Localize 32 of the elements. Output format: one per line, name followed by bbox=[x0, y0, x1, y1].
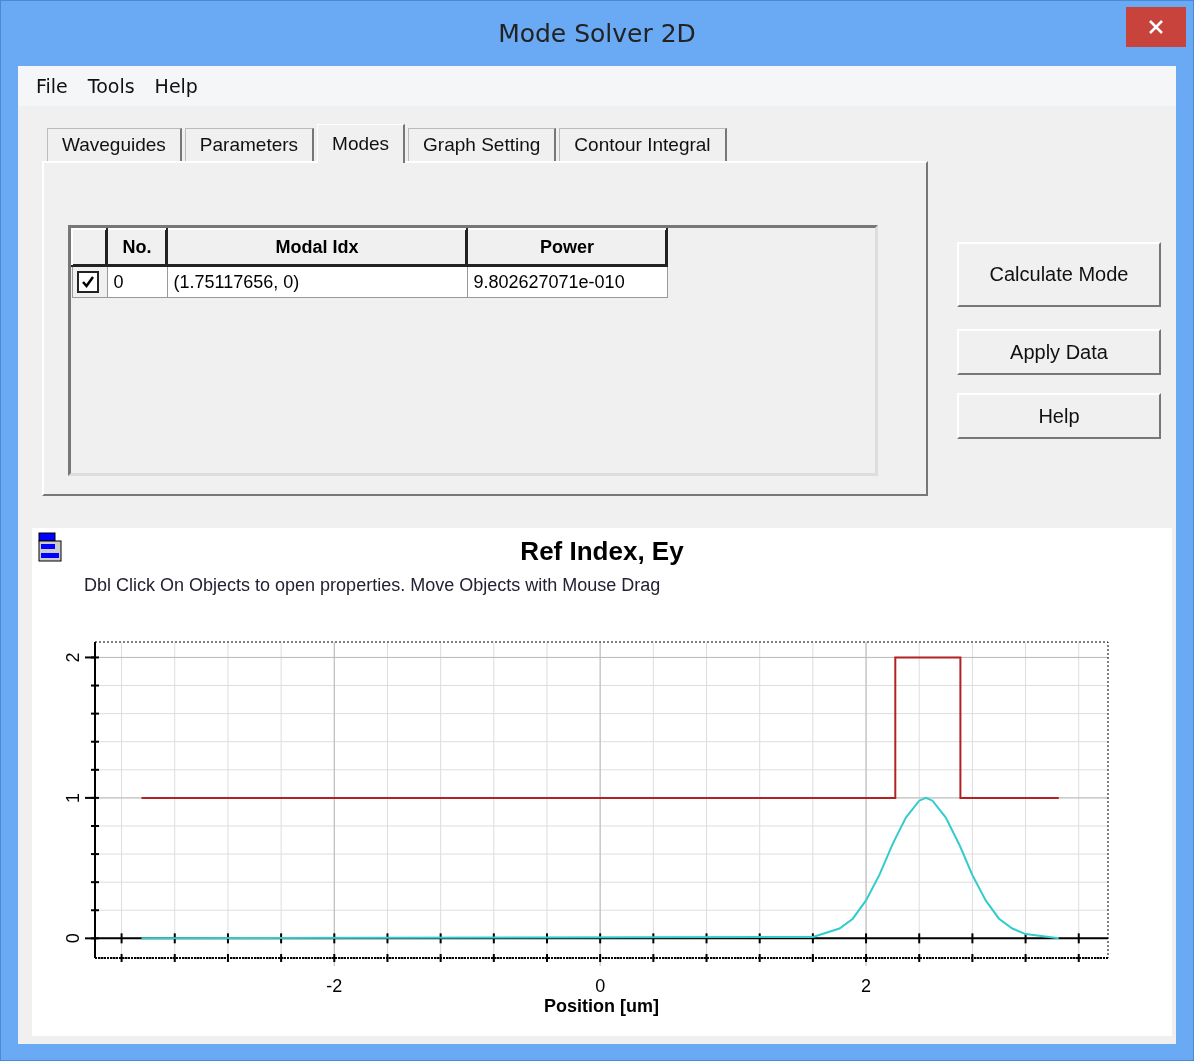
toolbar-icon[interactable] bbox=[38, 532, 62, 562]
action-button[interactable]: Calculate Mode bbox=[957, 242, 1161, 307]
column-header: Modal Idx bbox=[167, 229, 467, 266]
tick-label: 2 bbox=[63, 652, 83, 663]
checkbox[interactable] bbox=[76, 271, 99, 293]
tab[interactable]: Contour Integral bbox=[559, 128, 727, 161]
axis-title: Position [um] bbox=[544, 996, 659, 1016]
menu-item[interactable]: Tools bbox=[79, 75, 147, 97]
hint-text: Dbl Click On Objects to open properties. Move Objects with Mouse Drag bbox=[84, 575, 661, 596]
table-cell: 9.802627071e-010 bbox=[467, 266, 667, 298]
tick-label: 2 bbox=[861, 976, 872, 996]
checkmark-icon bbox=[80, 275, 95, 289]
tab[interactable]: Waveguides bbox=[47, 128, 182, 161]
close-icon bbox=[1148, 19, 1164, 35]
window-title: Mode Solver 2D bbox=[498, 19, 696, 48]
close-button[interactable] bbox=[1126, 7, 1186, 47]
table-cell: (1.75117656, 0) bbox=[167, 266, 467, 298]
tab[interactable]: Graph Setting bbox=[408, 128, 557, 161]
table-cell: 0 bbox=[107, 266, 167, 298]
tick-label: 0 bbox=[63, 933, 83, 944]
tick-label: 1 bbox=[63, 792, 83, 803]
menu-item[interactable]: File bbox=[28, 75, 80, 97]
menu-item[interactable]: Help bbox=[146, 75, 210, 97]
chart-title: Ref Index, Ey bbox=[520, 536, 684, 567]
tab[interactable]: Modes bbox=[317, 124, 406, 163]
action-button[interactable]: Help bbox=[957, 393, 1161, 439]
tab[interactable]: Parameters bbox=[184, 128, 315, 161]
action-button[interactable]: Apply Data bbox=[957, 329, 1161, 375]
column-header: No. bbox=[107, 229, 167, 266]
tick-label: -2 bbox=[326, 976, 343, 996]
column-header: Power bbox=[467, 229, 667, 266]
tick-label: 0 bbox=[595, 976, 606, 996]
